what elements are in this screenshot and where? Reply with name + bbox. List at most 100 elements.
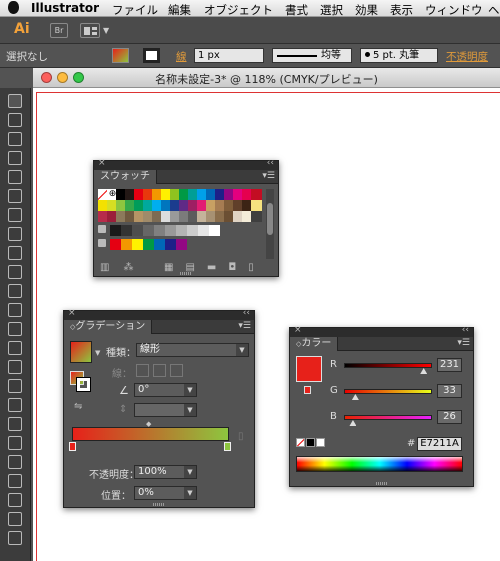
scale-tool-icon[interactable] bbox=[8, 341, 22, 355]
folder-icon[interactable]: ▬ bbox=[207, 262, 228, 273]
paintbrush-tool-icon[interactable] bbox=[8, 246, 22, 260]
menu-select[interactable]: 選択 bbox=[320, 2, 343, 18]
stroke-option-2[interactable] bbox=[153, 364, 166, 377]
group-swatch[interactable] bbox=[143, 239, 154, 250]
magic-wand-tool-icon[interactable] bbox=[8, 132, 22, 146]
color-spectrum[interactable] bbox=[296, 456, 463, 472]
gray-swatch[interactable] bbox=[154, 225, 165, 236]
panel-menu-icon[interactable]: ▾☰ bbox=[238, 321, 251, 331]
red-value[interactable]: 231 bbox=[437, 358, 462, 372]
blue-slider[interactable] bbox=[344, 415, 432, 420]
selection-tool-icon[interactable] bbox=[8, 94, 22, 108]
collapse-icon[interactable]: ‹‹ bbox=[267, 158, 274, 168]
menu-view[interactable]: 表示 bbox=[390, 2, 413, 18]
panel-grip[interactable] bbox=[180, 272, 192, 275]
gray-swatch[interactable] bbox=[165, 225, 176, 236]
mesh-tool-icon[interactable] bbox=[8, 436, 22, 450]
pen-tool-icon[interactable] bbox=[8, 170, 22, 184]
panel-grip[interactable] bbox=[375, 482, 388, 485]
menu-effect[interactable]: 効果 bbox=[355, 2, 378, 18]
stroke-indicator[interactable] bbox=[77, 378, 90, 391]
menu-window[interactable]: ウィンドウ bbox=[425, 2, 483, 18]
new-swatch-icon[interactable]: ◘ bbox=[228, 262, 248, 273]
red-slider[interactable] bbox=[344, 363, 432, 368]
close-icon[interactable]: × bbox=[68, 308, 76, 318]
trash-icon[interactable]: ▯ bbox=[248, 262, 266, 273]
stroke-option-3[interactable] bbox=[170, 364, 183, 377]
gray-swatch[interactable] bbox=[209, 225, 220, 236]
reverse-gradient-icon[interactable]: ⇋ bbox=[74, 401, 82, 412]
group-swatch[interactable] bbox=[165, 239, 176, 250]
group-swatch[interactable] bbox=[176, 239, 187, 250]
blob-brush-tool-icon[interactable] bbox=[8, 284, 22, 298]
stroke-swatch[interactable] bbox=[143, 48, 160, 63]
none-color-icon[interactable] bbox=[296, 438, 305, 447]
gradient-tool-icon[interactable] bbox=[8, 455, 22, 469]
gray-swatch[interactable] bbox=[121, 225, 132, 236]
chevron-down-icon[interactable]: ▼ bbox=[103, 26, 109, 35]
position-field[interactable]: 0% ▼ bbox=[134, 486, 197, 500]
gray-swatch[interactable] bbox=[143, 225, 154, 236]
black-color-icon[interactable] bbox=[306, 438, 315, 447]
gray-swatch[interactable] bbox=[132, 225, 143, 236]
opacity-field[interactable]: 100% ▼ bbox=[134, 465, 197, 479]
rotate-tool-icon[interactable] bbox=[8, 322, 22, 336]
menu-edit[interactable]: 編集 bbox=[168, 2, 191, 18]
color-swatch[interactable] bbox=[251, 211, 262, 222]
shape-builder-tool-icon[interactable] bbox=[8, 398, 22, 412]
gradient-stop-end[interactable] bbox=[224, 442, 231, 451]
menu-help[interactable]: ヘ bbox=[488, 2, 500, 18]
tab-swatches[interactable]: スウォッチ bbox=[94, 170, 157, 184]
fill-swatch[interactable] bbox=[112, 48, 129, 63]
lasso-tool-icon[interactable] bbox=[8, 151, 22, 165]
fill-color-box[interactable] bbox=[296, 356, 322, 382]
green-value[interactable]: 33 bbox=[437, 384, 462, 398]
stroke-option-1[interactable] bbox=[136, 364, 149, 377]
group-swatch[interactable] bbox=[121, 239, 132, 250]
red-slider-thumb[interactable] bbox=[420, 368, 428, 374]
rectangle-tool-icon[interactable] bbox=[8, 227, 22, 241]
collapse-icon[interactable]: ‹‹ bbox=[243, 308, 250, 318]
fill-stroke-indicator[interactable] bbox=[70, 371, 90, 391]
gradient-stop-start[interactable] bbox=[69, 442, 76, 451]
group-swatch[interactable] bbox=[154, 239, 165, 250]
folder-icon[interactable] bbox=[98, 225, 106, 233]
menu-type[interactable]: 書式 bbox=[285, 2, 308, 18]
gray-swatch[interactable] bbox=[110, 225, 121, 236]
eraser-tool-icon[interactable] bbox=[8, 303, 22, 317]
gradient-type-select[interactable]: 線形 ▼ bbox=[136, 343, 249, 357]
apple-icon[interactable] bbox=[8, 1, 19, 14]
arrange-documents-icon[interactable] bbox=[80, 23, 100, 38]
eyedropper-tool-icon[interactable] bbox=[8, 474, 22, 488]
close-icon[interactable]: × bbox=[98, 158, 106, 168]
aspect-ratio-field[interactable]: ▼ bbox=[134, 403, 197, 417]
menu-file[interactable]: ファイル bbox=[112, 2, 158, 18]
scrollbar[interactable] bbox=[266, 189, 274, 259]
panel-menu-icon[interactable]: ▾☰ bbox=[457, 338, 470, 348]
gray-swatch[interactable] bbox=[187, 225, 198, 236]
chevron-down-icon[interactable]: ▼ bbox=[95, 349, 100, 357]
out-of-gamut-icon[interactable] bbox=[304, 386, 311, 394]
brush-definition[interactable]: 5 pt. 丸筆 bbox=[360, 48, 438, 63]
color-swatch[interactable] bbox=[251, 189, 262, 200]
panel-grip[interactable] bbox=[153, 503, 165, 506]
gradient-thumbnail[interactable] bbox=[70, 341, 92, 363]
blend-tool-icon[interactable] bbox=[8, 493, 22, 507]
blue-slider-thumb[interactable] bbox=[349, 420, 357, 426]
tab-gradient[interactable]: ◇グラデーション bbox=[64, 320, 153, 334]
opacity-label[interactable]: 不透明度 bbox=[446, 49, 488, 64]
perspective-grid-tool-icon[interactable] bbox=[8, 417, 22, 431]
panel-menu-icon[interactable]: ▾☰ bbox=[262, 171, 275, 181]
folder-icon[interactable] bbox=[98, 239, 106, 247]
gradient-slider[interactable] bbox=[72, 427, 229, 441]
variable-width-profile[interactable]: 均等 bbox=[272, 48, 352, 63]
hex-field[interactable]: E7211A bbox=[417, 437, 462, 451]
stroke-label[interactable]: 線 bbox=[176, 49, 187, 64]
close-icon[interactable]: × bbox=[294, 325, 302, 335]
column-graph-tool-icon[interactable] bbox=[8, 531, 22, 545]
stroke-weight-field[interactable]: 1 px bbox=[194, 48, 264, 63]
app-menu[interactable]: Illustrator bbox=[31, 1, 99, 15]
free-transform-tool-icon[interactable] bbox=[8, 379, 22, 393]
swatch-kind-icon[interactable]: ⁂ bbox=[123, 262, 147, 273]
green-slider[interactable] bbox=[344, 389, 432, 394]
